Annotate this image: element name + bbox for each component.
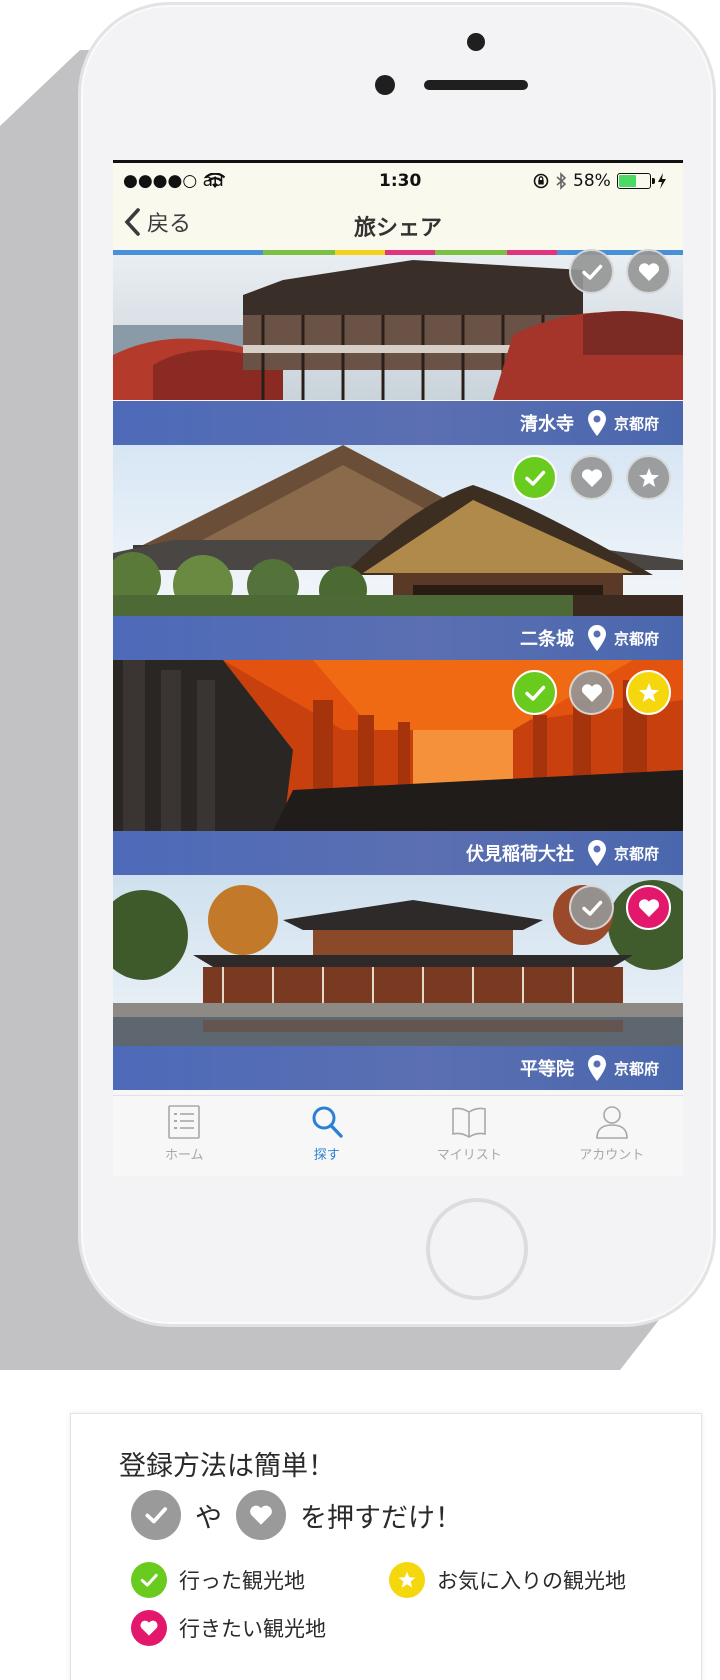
spot-actions xyxy=(569,249,671,294)
front-camera xyxy=(375,75,395,95)
check-icon xyxy=(524,470,545,486)
battery-percent: 58% xyxy=(573,171,611,191)
bluetooth-icon xyxy=(556,172,567,190)
visited-toggle[interactable] xyxy=(512,670,557,715)
spot-name: 清水寺 xyxy=(519,414,574,435)
tab-account[interactable]: アカウント xyxy=(541,1096,684,1176)
wifi-icon xyxy=(205,173,225,188)
want-toggle[interactable] xyxy=(626,885,671,930)
check-badge xyxy=(131,1490,181,1540)
page-title: 旅シェア xyxy=(353,216,442,241)
location-pin-icon xyxy=(587,625,606,651)
tab-label: マイリスト xyxy=(436,1148,502,1163)
spot-prefecture: 京都府 xyxy=(613,1059,659,1078)
location-pin-icon xyxy=(587,1055,606,1081)
list-icon xyxy=(168,1105,201,1139)
spot-caption: 二条城 京都府 xyxy=(113,616,683,660)
legend-label: 行きたい観光地 xyxy=(179,1617,326,1641)
spot-card[interactable]: 伏見稲荷大社 京都府 xyxy=(113,660,683,875)
want-toggle[interactable] xyxy=(569,455,614,500)
info-instruction: や を押すだけ！ xyxy=(131,1490,462,1540)
spot-name: 平等院 xyxy=(519,1059,574,1080)
spot-caption: 清水寺 京都府 xyxy=(113,401,683,445)
heart-icon xyxy=(250,1505,272,1525)
spot-actions xyxy=(512,455,671,500)
star-yellow-badge xyxy=(389,1562,425,1598)
tab-label: アカウント xyxy=(579,1148,645,1163)
app-screen: ●●●●○ au 1:30 58% 戻る 旅シェア 清水寺 京都府 二条城 京都… xyxy=(113,160,683,1176)
star-icon xyxy=(638,467,659,487)
favorite-toggle[interactable] xyxy=(626,455,671,500)
tab-label: 探す xyxy=(313,1148,340,1163)
battery-icon xyxy=(616,173,655,189)
tab-home[interactable]: ホーム xyxy=(113,1096,256,1176)
star-icon xyxy=(638,682,659,702)
check-icon xyxy=(581,900,602,916)
tab-mylist[interactable]: マイリスト xyxy=(398,1096,541,1176)
spot-prefecture: 京都府 xyxy=(613,414,659,433)
heart-icon xyxy=(638,262,659,281)
heart-icon xyxy=(140,1620,158,1636)
home-button[interactable] xyxy=(426,1198,528,1300)
want-toggle[interactable] xyxy=(626,249,671,294)
check-green-badge xyxy=(131,1562,167,1598)
legend-want: 行きたい観光地 xyxy=(131,1610,326,1646)
favorite-toggle[interactable] xyxy=(626,670,671,715)
spot-card[interactable]: 平等院 京都府 xyxy=(113,875,683,1090)
legend-label: お気に入りの観光地 xyxy=(437,1569,626,1593)
legend-label: 行った観光地 xyxy=(179,1569,305,1593)
want-toggle[interactable] xyxy=(569,670,614,715)
tab-bar: ホーム 探す マイリスト アカウント xyxy=(113,1095,683,1176)
info-title: 登録方法は簡単！ xyxy=(119,1451,335,1482)
spot-name: 二条城 xyxy=(519,629,574,650)
info-particle: や xyxy=(195,1502,222,1534)
tab-label: ホーム xyxy=(164,1148,204,1163)
check-icon xyxy=(524,685,545,701)
visited-toggle[interactable] xyxy=(569,249,614,294)
status-bar: ●●●●○ au 1:30 58% xyxy=(113,163,683,199)
search-icon xyxy=(312,1106,343,1138)
spot-actions xyxy=(569,885,671,930)
charging-icon xyxy=(657,173,666,189)
orientation-lock-icon xyxy=(533,173,549,189)
location-pin-icon xyxy=(587,840,606,866)
tab-search[interactable]: 探す xyxy=(256,1096,399,1176)
earpiece-speaker xyxy=(424,80,528,90)
spot-prefecture: 京都府 xyxy=(613,629,659,648)
heart-icon xyxy=(638,898,659,917)
check-icon xyxy=(581,264,602,280)
visited-toggle[interactable] xyxy=(512,455,557,500)
spot-card[interactable]: 二条城 京都府 xyxy=(113,445,683,660)
spot-name: 伏見稲荷大社 xyxy=(465,844,574,865)
heart-badge xyxy=(236,1490,286,1540)
visited-toggle[interactable] xyxy=(569,885,614,930)
navigation-bar: 戻る 旅シェア xyxy=(113,199,683,250)
clock: 1:30 xyxy=(379,171,422,191)
spot-card[interactable]: 清水寺 京都府 xyxy=(113,249,683,445)
spot-caption: 伏見稲荷大社 京都府 xyxy=(113,831,683,875)
spot-list: 清水寺 京都府 二条城 京都府 伏見稲荷大社 京都府 平等院 京都府 xyxy=(113,249,683,1090)
heart-icon xyxy=(581,683,602,702)
front-sensor xyxy=(467,33,485,51)
person-icon xyxy=(595,1106,628,1139)
star-icon xyxy=(398,1571,416,1588)
status-right: 58% xyxy=(533,171,667,191)
legend-visited: 行った観光地 xyxy=(131,1562,305,1598)
legend-favorite: お気に入りの観光地 xyxy=(389,1562,626,1598)
info-action: を押すだけ！ xyxy=(300,1502,462,1534)
spot-caption: 平等院 京都府 xyxy=(113,1046,683,1090)
how-to-panel: 登録方法は簡単！ や を押すだけ！ 行った観光地 お気に入りの観光地 行きたい観… xyxy=(70,1413,702,1680)
heart-icon xyxy=(581,468,602,487)
check-icon xyxy=(145,1507,168,1524)
spot-actions xyxy=(512,670,671,715)
location-pin-icon xyxy=(587,410,606,436)
book-icon xyxy=(452,1107,487,1138)
spot-prefecture: 京都府 xyxy=(613,844,659,863)
check-icon xyxy=(140,1573,158,1587)
heart-pink-badge xyxy=(131,1610,167,1646)
